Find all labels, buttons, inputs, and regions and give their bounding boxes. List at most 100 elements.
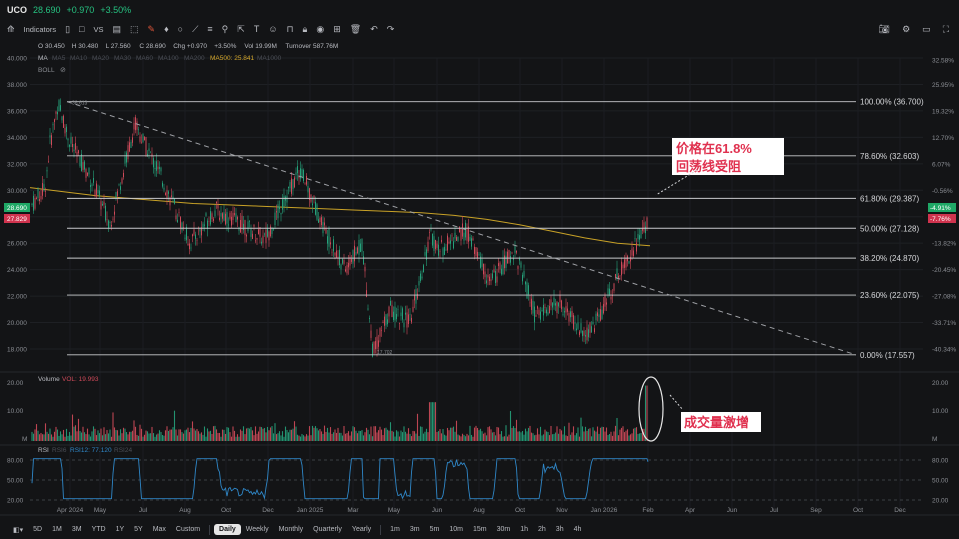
fib-label: 50.00% (27.128)	[860, 224, 919, 233]
line-tool-icon[interactable]: ⟋	[192, 24, 198, 35]
volume-bar	[187, 427, 189, 441]
volume-tick-right: 10.00	[932, 408, 949, 415]
timeframe-custom[interactable]: Custom	[171, 524, 205, 535]
shapes-icon[interactable]: ♦	[164, 24, 169, 34]
undo-icon[interactable]: ↶	[370, 24, 378, 35]
settings-icon[interactable]: ⚙	[902, 24, 910, 35]
layout-toggle-icon[interactable]: ◧▾	[8, 524, 28, 536]
timeframe-5d[interactable]: 5D	[28, 524, 47, 535]
candle-type-icon[interactable]: ▯	[65, 24, 70, 35]
eye-icon[interactable]: ◉	[316, 24, 324, 35]
lock-icon[interactable]: 🔒︎	[303, 24, 308, 35]
volume-bar	[532, 433, 534, 441]
volume-bar	[190, 427, 192, 441]
indicators-button[interactable]: Indicators	[24, 25, 57, 34]
timeframe-30m[interactable]: 30m	[492, 524, 516, 535]
fullscreen-icon[interactable]: ⛶	[943, 24, 949, 35]
timeframe-1m[interactable]: 1m	[385, 524, 405, 535]
price-tick-label: 40.000	[7, 56, 27, 63]
volume-bar	[290, 429, 293, 441]
measure-icon[interactable]: ⇱	[237, 24, 245, 35]
volume-bar	[638, 433, 641, 441]
fib-label: 78.60% (32.603)	[860, 152, 919, 161]
candle-body	[292, 179, 294, 190]
timeframe-10m[interactable]: 10m	[444, 524, 468, 535]
redo-icon[interactable]: ↷	[387, 24, 395, 35]
timeframe-yearly[interactable]: Yearly	[347, 524, 376, 535]
candle-body	[429, 232, 430, 233]
timeframe-monthly[interactable]: Monthly	[274, 524, 309, 535]
candle-body	[565, 306, 567, 313]
timeframe-3h[interactable]: 3h	[551, 524, 569, 535]
candle-body	[261, 241, 262, 244]
candle-body	[471, 238, 472, 247]
volume-bar	[49, 428, 51, 441]
grid-icon[interactable]: ⊞	[333, 24, 341, 35]
volume-bar	[41, 434, 44, 441]
ticker-symbol[interactable]: UCO	[7, 5, 27, 15]
candle-body	[513, 258, 514, 260]
draw-pencil-icon[interactable]: ✎	[148, 24, 156, 35]
circle-icon[interactable]: ○	[178, 24, 183, 34]
candle-body	[628, 261, 630, 264]
timeframe-4h[interactable]: 4h	[569, 524, 587, 535]
pattern-icon[interactable]: ⚲	[222, 24, 229, 35]
timeframe-1m[interactable]: 1M	[47, 524, 67, 535]
timeframe-ytd[interactable]: YTD	[87, 524, 111, 535]
timeframe-3m[interactable]: 3m	[405, 524, 425, 535]
timeframe-quarterly[interactable]: Quarterly	[308, 524, 347, 535]
timeframe-5m[interactable]: 5m	[425, 524, 445, 535]
timeframe-1h[interactable]: 1h	[515, 524, 533, 535]
magnet-icon[interactable]: ⊓	[287, 24, 294, 35]
chart-style-icon[interactable]: ⬚	[130, 24, 139, 35]
volume-bar	[536, 428, 539, 441]
volume-bar	[292, 428, 294, 441]
candle-body	[589, 322, 591, 333]
candle-body	[385, 314, 387, 326]
time-axis: Apr 2024 May Jul Aug Oct Dec Jan 2025 Mar May Jun…	[57, 507, 907, 514]
timeframe-3m[interactable]: 3M	[67, 524, 87, 535]
timeframe-2h[interactable]: 2h	[533, 524, 551, 535]
text-tool-icon[interactable]: T	[254, 24, 260, 34]
camera-icon[interactable]: 📷︎	[879, 24, 890, 35]
volume-bar	[124, 428, 126, 441]
candle-body	[42, 183, 43, 196]
candle-body	[570, 311, 571, 318]
candle-body	[543, 304, 544, 316]
candle-body	[297, 166, 298, 174]
volume-bar	[608, 433, 611, 441]
candle-body	[406, 312, 408, 328]
candle-body	[43, 184, 45, 191]
timeframe-5y[interactable]: 5Y	[129, 524, 148, 535]
candle-body	[226, 212, 228, 224]
timeframe-weekly[interactable]: Weekly	[241, 524, 274, 535]
candle-body	[129, 142, 130, 152]
ma-legend-item: MA30	[114, 55, 131, 62]
candle-body	[154, 167, 156, 169]
candle-body	[115, 191, 117, 199]
timeframe-daily[interactable]: Daily	[214, 524, 241, 535]
window-icon[interactable]: ▭	[922, 24, 931, 35]
candle-body	[496, 276, 498, 283]
compare-button[interactable]: VS	[93, 25, 103, 34]
layout-icon[interactable]: ▤	[112, 24, 121, 35]
timeframe-1y[interactable]: 1Y	[111, 524, 130, 535]
indicators-icon[interactable]: ⟰	[7, 24, 15, 35]
volume-bar	[628, 435, 630, 441]
candle-body	[334, 252, 336, 256]
volume-bar	[211, 433, 213, 441]
candle-body	[355, 251, 357, 255]
volume-bar	[581, 426, 584, 441]
trash-icon[interactable]: 🗑︎	[350, 24, 361, 35]
candle-body	[307, 186, 309, 193]
price-chart[interactable]: 100.00% (36.700) 78.60% (32.603) 61.80% (2…	[0, 38, 959, 520]
volume-bar	[617, 435, 620, 441]
volume-bar	[230, 436, 233, 441]
emoji-icon[interactable]: ☺	[268, 24, 277, 34]
candle-body	[411, 317, 412, 323]
volume-bar	[508, 434, 510, 441]
timeframe-max[interactable]: Max	[148, 524, 171, 535]
timeframe-15m[interactable]: 15m	[468, 524, 492, 535]
fib-tool-icon[interactable]: ≡	[207, 24, 212, 34]
square-icon[interactable]: □	[79, 24, 84, 34]
